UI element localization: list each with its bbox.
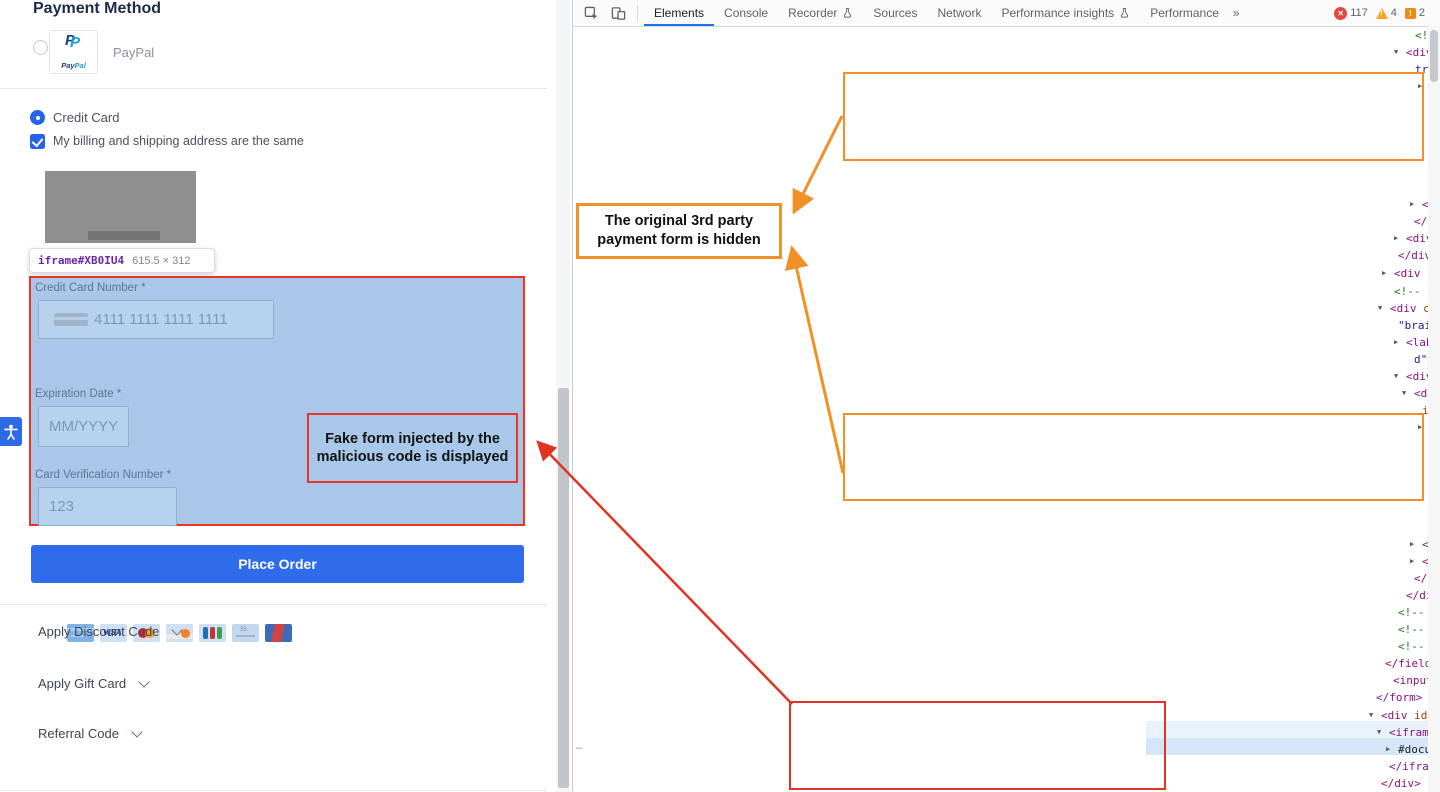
- devtools-toolbar: Elements Console Recorder Sources Networ…: [573, 0, 1440, 27]
- code-line[interactable]: </div>: [1381, 775, 1421, 792]
- chevron-down-icon: [172, 624, 183, 635]
- tab-console[interactable]: Console: [714, 0, 778, 26]
- devtools-scrollbar-thumb[interactable]: [1430, 30, 1438, 82]
- inspect-tooltip: iframe#XB0IU4 615.5 × 312: [29, 248, 215, 273]
- tooltip-element-name: iframe#XB0IU4: [38, 254, 124, 267]
- tab-network[interactable]: Network: [927, 0, 991, 26]
- checkout-panel: Payment Method P P PayPal PayPal Credit …: [0, 0, 547, 792]
- paypal-wordmark: PayPal: [50, 61, 97, 70]
- selected-row-highlight: [1146, 738, 1440, 755]
- expand-arrow-icon[interactable]: ▶: [1394, 334, 1398, 351]
- expand-arrow-icon[interactable]: ▶: [1386, 741, 1390, 758]
- tab-sources[interactable]: Sources: [863, 0, 927, 26]
- more-tabs-button[interactable]: »: [1229, 0, 1244, 26]
- accessibility-widget-icon[interactable]: [0, 417, 22, 446]
- paypal-radio[interactable]: [33, 40, 48, 55]
- divider: [0, 88, 547, 89]
- fake-form-annotation: Fake form injected by the malicious code…: [307, 413, 518, 483]
- collapse-arrow-icon[interactable]: ▼: [1378, 300, 1382, 317]
- tooltip-element-size: 615.5 × 312: [132, 255, 190, 267]
- warning-icon: [1376, 8, 1388, 19]
- tab-performance-insights[interactable]: Performance insights: [991, 0, 1140, 26]
- code-line[interactable]: </form>: [1376, 689, 1422, 706]
- expand-arrow-icon[interactable]: ▶: [1410, 536, 1414, 553]
- apply-gift-card-accordion[interactable]: Apply Gift Card: [38, 676, 148, 691]
- chevron-down-icon: [138, 676, 149, 687]
- tab-recorder[interactable]: Recorder: [778, 0, 863, 26]
- unionpay-icon: [265, 624, 292, 642]
- collapse-arrow-icon[interactable]: ▼: [1402, 385, 1406, 402]
- referral-code-label: Referral Code: [38, 726, 119, 741]
- flask-icon: [842, 7, 853, 19]
- expand-arrow-icon[interactable]: ▶: [1410, 553, 1414, 570]
- tab-performance[interactable]: Performance: [1140, 0, 1229, 26]
- credit-card-label: Credit Card: [53, 110, 119, 125]
- billing-same-label: My billing and shipping address are the …: [53, 134, 304, 148]
- issues-icon: !: [1405, 8, 1416, 19]
- paypal-label: PayPal: [113, 45, 154, 60]
- jcb-icon: [199, 624, 226, 642]
- apply-discount-label: Apply Discount Code: [38, 624, 159, 639]
- chevron-down-icon: [131, 726, 142, 737]
- place-order-button[interactable]: Place Order: [31, 545, 524, 583]
- gutter-more-marker: …: [576, 741, 582, 752]
- page-scrollbar-thumb[interactable]: [558, 388, 569, 788]
- fake-payment-form: Credit Card Number * VISA 35 Expiration …: [29, 276, 525, 526]
- devtools-panel: Elements Console Recorder Sources Networ…: [572, 0, 1440, 792]
- billing-same-checkbox[interactable]: [30, 134, 45, 149]
- divider: [0, 604, 547, 605]
- expiration-label: Expiration Date *: [35, 388, 121, 400]
- diners-icon: 35: [232, 624, 259, 642]
- flask-icon: [1119, 7, 1130, 19]
- collapse-arrow-icon[interactable]: ▼: [1394, 368, 1398, 385]
- expand-arrow-icon[interactable]: ▶: [1418, 419, 1422, 436]
- error-badge[interactable]: ✕117: [1334, 7, 1368, 20]
- divider: [0, 790, 547, 791]
- page-title: Payment Method: [33, 0, 161, 18]
- expand-arrow-icon[interactable]: ▶: [1410, 196, 1414, 213]
- error-icon: ✕: [1334, 7, 1347, 20]
- expiration-input[interactable]: [38, 406, 129, 447]
- collapse-arrow-icon[interactable]: ▼: [1394, 44, 1398, 61]
- referral-code-accordion[interactable]: Referral Code: [38, 726, 141, 741]
- expand-arrow-icon[interactable]: ▶: [1382, 265, 1386, 282]
- redacted-text: [88, 231, 160, 240]
- inspect-element-icon[interactable]: [583, 5, 600, 22]
- card-icon: [54, 313, 88, 326]
- hidden-form-annotation: The original 3rd party payment form is h…: [576, 203, 782, 259]
- devtools-scrollbar-track[interactable]: [1428, 26, 1440, 792]
- apply-gift-card-label: Apply Gift Card: [38, 676, 126, 691]
- elements-tree[interactable]: <!--/ko-->▼<div data-bind="attr: {id: ge…: [1146, 26, 1440, 792]
- cc-number-label: Credit Card Number *: [35, 282, 146, 294]
- console-badges[interactable]: ✕117 4 !2: [1334, 7, 1440, 20]
- warning-badge[interactable]: 4: [1376, 7, 1397, 19]
- expand-arrow-icon[interactable]: ▶: [1394, 230, 1398, 247]
- tab-elements[interactable]: Elements: [644, 0, 714, 26]
- credit-card-radio[interactable]: [30, 110, 45, 125]
- expand-arrow-icon[interactable]: ▶: [1418, 78, 1422, 95]
- paypal-logo[interactable]: P P PayPal: [49, 30, 98, 74]
- issues-badge[interactable]: !2: [1405, 7, 1425, 19]
- paypal-mark-icon: P: [70, 34, 80, 51]
- apply-discount-accordion[interactable]: Apply Discount Code: [38, 624, 181, 639]
- device-toolbar-icon[interactable]: [610, 5, 627, 22]
- toolbar-separator: [637, 5, 638, 21]
- cvv-label: Card Verification Number *: [35, 469, 171, 481]
- cvv-input[interactable]: [38, 487, 177, 526]
